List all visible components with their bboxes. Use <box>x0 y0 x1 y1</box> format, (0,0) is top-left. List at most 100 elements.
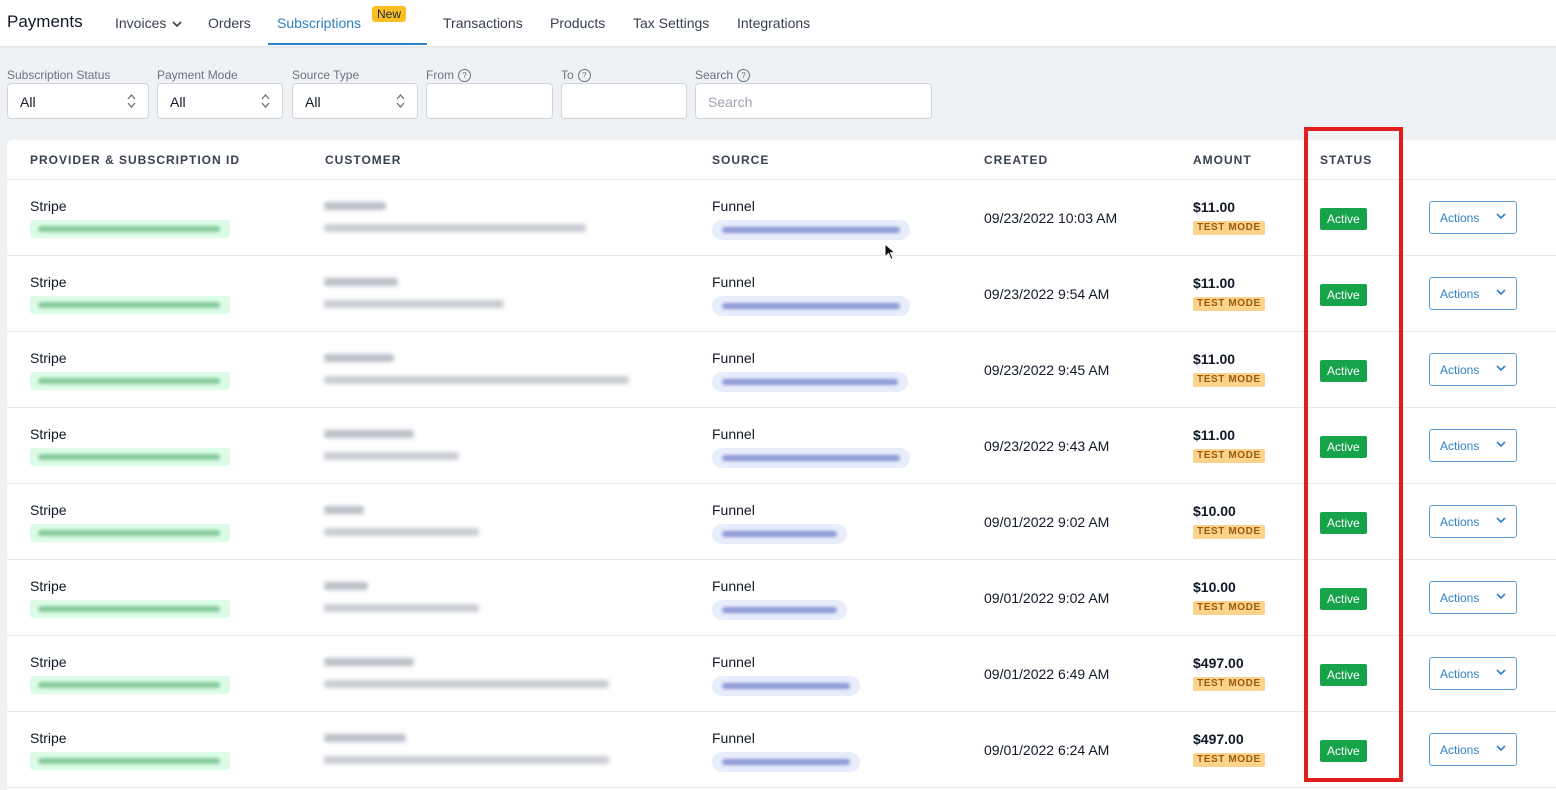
subscription-id[interactable] <box>30 372 230 390</box>
customer-email-redacted <box>324 376 629 384</box>
help-icon[interactable]: ? <box>458 69 471 83</box>
tab-integrations[interactable]: Integrations <box>737 15 810 31</box>
provider-name: Stripe <box>30 274 67 290</box>
subscription-id[interactable] <box>30 676 230 694</box>
amount: $11.00 <box>1193 427 1236 443</box>
customer-email-redacted <box>324 604 479 612</box>
mouse-cursor-icon <box>884 243 896 261</box>
payment-mode-label: Payment Mode <box>157 68 238 82</box>
created-date: 09/01/2022 6:24 AM <box>984 742 1110 758</box>
subscription-id[interactable] <box>30 752 230 770</box>
customer-name-redacted <box>324 734 406 742</box>
subscription-id[interactable] <box>30 220 230 238</box>
page-title: Payments <box>7 12 83 31</box>
help-icon[interactable]: ? <box>577 69 591 83</box>
subscription-id[interactable] <box>30 524 230 542</box>
chevron-down-icon <box>1496 745 1506 752</box>
source-link[interactable] <box>712 220 910 240</box>
tab-tax-settings[interactable]: Tax Settings <box>633 15 709 31</box>
search-input[interactable]: Search <box>695 83 932 119</box>
help-icon[interactable]: ? <box>737 69 751 83</box>
source-link[interactable] <box>712 448 910 468</box>
tab-invoices[interactable]: Invoices <box>115 15 182 31</box>
source-type-select[interactable]: All <box>292 83 418 119</box>
payment-mode-select[interactable]: All <box>157 83 283 119</box>
select-arrows-icon <box>127 94 136 108</box>
test-mode-badge: TEST MODE <box>1193 449 1265 463</box>
source-link[interactable] <box>712 600 847 620</box>
actions-dropdown-button[interactable]: Actions <box>1429 277 1517 310</box>
provider-name: Stripe <box>30 730 67 746</box>
source-link[interactable] <box>712 524 847 544</box>
customer-email-redacted <box>324 300 504 308</box>
subscription-id[interactable] <box>30 296 230 314</box>
actions-dropdown-button[interactable]: Actions <box>1429 657 1517 690</box>
customer-name-redacted <box>324 354 394 362</box>
amount: $11.00 <box>1193 351 1236 367</box>
test-mode-badge: TEST MODE <box>1193 221 1265 235</box>
tab-transactions[interactable]: Transactions <box>443 15 523 31</box>
column-header-amount: AMOUNT <box>1193 153 1252 167</box>
customer-name-redacted <box>324 582 368 590</box>
status-column-highlight <box>1304 127 1403 782</box>
amount: $497.00 <box>1193 655 1244 671</box>
to-date-input[interactable] <box>561 83 687 119</box>
provider-name: Stripe <box>30 198 67 214</box>
to-date-label: To? <box>561 68 591 83</box>
source-type-label: Source Type <box>292 68 360 82</box>
source-type: Funnel <box>712 730 755 746</box>
chevron-down-icon <box>172 21 182 27</box>
chevron-down-icon <box>1496 289 1506 296</box>
source-link[interactable] <box>712 752 860 772</box>
actions-dropdown-button[interactable]: Actions <box>1429 581 1517 614</box>
test-mode-badge: TEST MODE <box>1193 297 1265 311</box>
source-link[interactable] <box>712 676 860 696</box>
chevron-down-icon <box>1496 213 1506 220</box>
created-date: 09/01/2022 6:49 AM <box>984 666 1110 682</box>
provider-name: Stripe <box>30 578 67 594</box>
from-date-label: From? <box>426 68 471 83</box>
actions-dropdown-button[interactable]: Actions <box>1429 353 1517 386</box>
created-date: 09/23/2022 9:43 AM <box>984 438 1110 454</box>
test-mode-badge: TEST MODE <box>1193 373 1265 387</box>
source-type: Funnel <box>712 426 755 442</box>
amount: $10.00 <box>1193 579 1236 595</box>
test-mode-badge: TEST MODE <box>1193 677 1265 691</box>
chevron-down-icon <box>1496 517 1506 524</box>
source-link[interactable] <box>712 372 908 392</box>
amount: $10.00 <box>1193 503 1236 519</box>
actions-dropdown-button[interactable]: Actions <box>1429 429 1517 462</box>
actions-dropdown-button[interactable]: Actions <box>1429 201 1517 234</box>
created-date: 09/01/2022 9:02 AM <box>984 590 1110 606</box>
created-date: 09/23/2022 9:54 AM <box>984 286 1110 302</box>
source-type: Funnel <box>712 502 755 518</box>
customer-email-redacted <box>324 528 479 536</box>
source-link[interactable] <box>712 296 910 316</box>
new-badge: New <box>372 6 407 22</box>
customer-name-redacted <box>324 506 364 514</box>
actions-dropdown-button[interactable]: Actions <box>1429 505 1517 538</box>
tab-orders[interactable]: Orders <box>208 15 251 31</box>
subscription-id[interactable] <box>30 600 230 618</box>
source-type: Funnel <box>712 578 755 594</box>
subscription-id[interactable] <box>30 448 230 466</box>
source-type: Funnel <box>712 350 755 366</box>
chevron-down-icon <box>1496 669 1506 676</box>
actions-dropdown-button[interactable]: Actions <box>1429 733 1517 766</box>
search-label: Search? <box>695 68 751 83</box>
source-type: Funnel <box>712 274 755 290</box>
customer-name-redacted <box>324 658 414 666</box>
tab-products[interactable]: Products <box>550 15 605 31</box>
subscription-status-select[interactable]: All <box>7 83 149 119</box>
chevron-down-icon <box>1496 593 1506 600</box>
tab-subscriptions[interactable]: Subscriptions <box>277 15 361 31</box>
customer-email-redacted <box>324 452 459 460</box>
customer-name-redacted <box>324 278 398 286</box>
test-mode-badge: TEST MODE <box>1193 753 1265 767</box>
from-date-input[interactable] <box>426 83 553 119</box>
select-arrows-icon <box>396 94 405 108</box>
customer-name-redacted <box>324 430 414 438</box>
customer-email-redacted <box>324 224 586 232</box>
column-header-source: SOURCE <box>712 153 770 167</box>
chevron-down-icon <box>1496 441 1506 448</box>
